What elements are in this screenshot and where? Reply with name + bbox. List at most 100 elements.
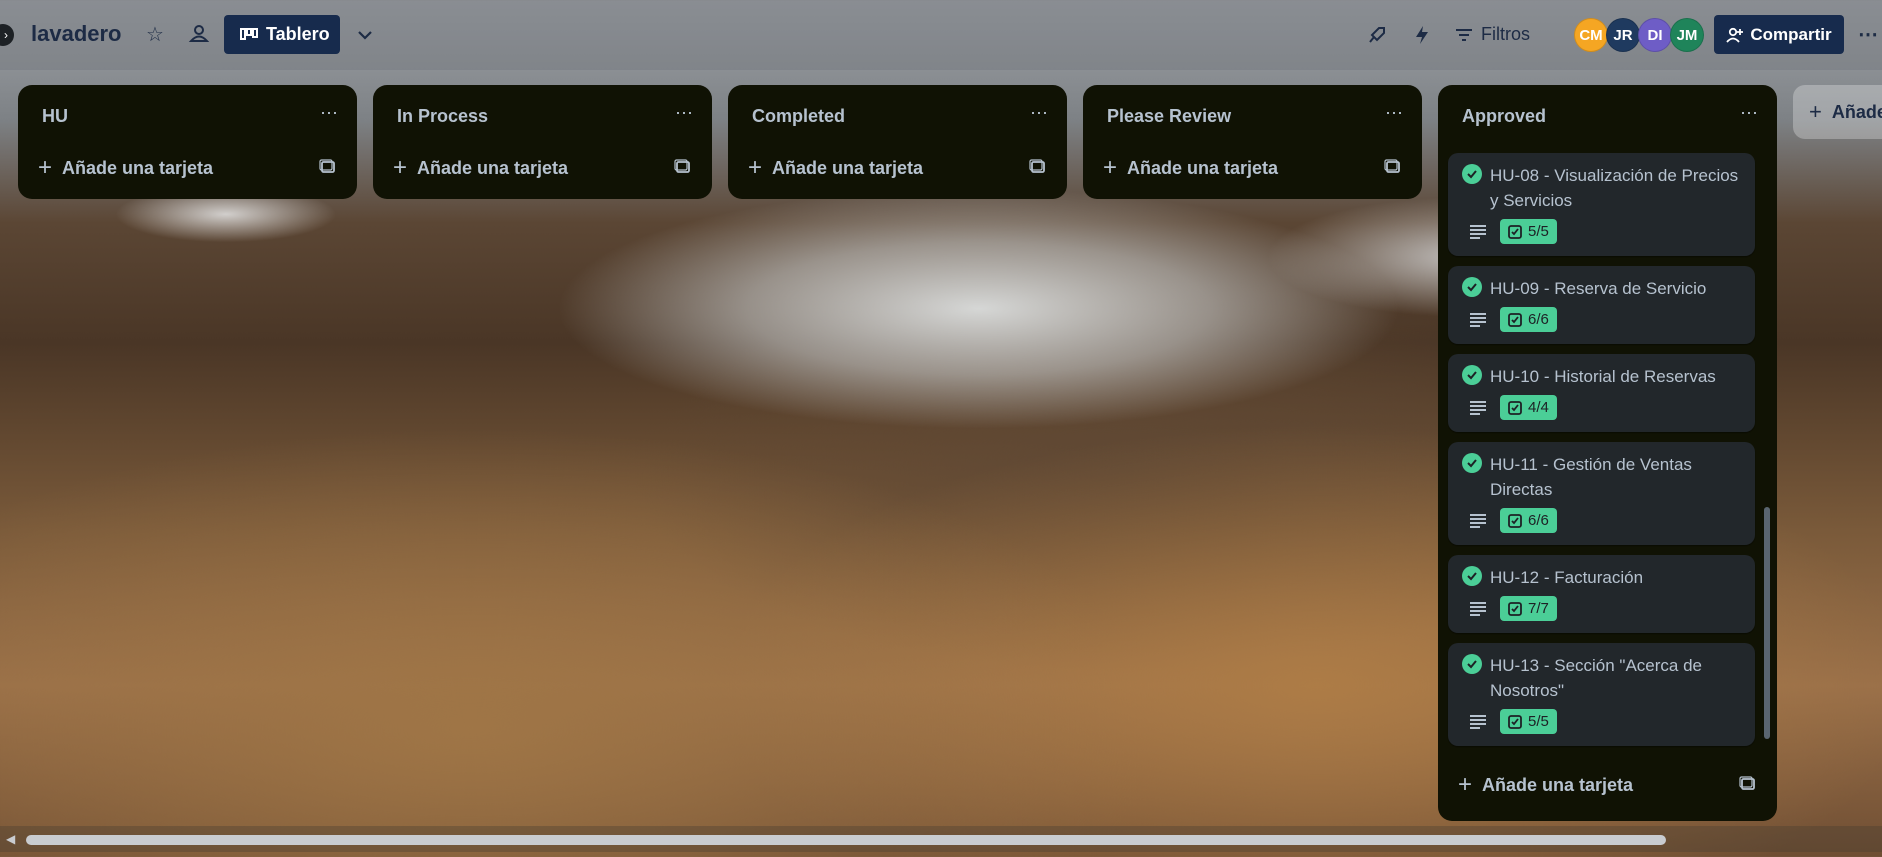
card-hu-09[interactable]: HU-09 - Reserva de Servicio 6/6 (1448, 266, 1755, 344)
card-title: HU-09 - Reserva de Servicio (1490, 279, 1707, 298)
board-view-button[interactable]: Tablero (224, 15, 340, 54)
star-icon[interactable]: ☆ (146, 22, 164, 47)
card-title: HU-08 - Visualización de Precios y Servi… (1490, 166, 1739, 210)
checklist-count: 6/6 (1528, 311, 1549, 328)
board-horizontal-scrollbar[interactable]: ◀ (0, 826, 1882, 852)
checklist-badge: 5/5 (1500, 709, 1557, 734)
workspace-visibility-icon[interactable] (188, 22, 210, 44)
card-template-icon[interactable] (1384, 158, 1402, 176)
description-icon (1470, 224, 1486, 239)
board-scrollbar-thumb[interactable] (26, 835, 1666, 845)
filter-icon (1456, 28, 1472, 41)
checklist-count: 5/5 (1528, 713, 1549, 730)
checklist-count: 5/5 (1528, 223, 1549, 240)
complete-check-icon[interactable] (1462, 654, 1482, 674)
list-title[interactable]: In Process (397, 106, 488, 127)
description-icon (1470, 400, 1486, 415)
checkbox-icon (1508, 224, 1522, 239)
add-card-label: Añade una tarjeta (417, 157, 569, 178)
card-list: HU-08 - Visualización de Precios y Servi… (1438, 147, 1777, 762)
list-menu-icon[interactable]: ⋯ (1030, 103, 1049, 124)
list-header[interactable]: Completed ⋯ (728, 85, 1067, 147)
list-scrollbar-thumb[interactable] (1764, 507, 1770, 739)
checkbox-icon (1508, 601, 1522, 616)
list-scrollbar[interactable] (1763, 147, 1771, 747)
list-header[interactable]: Please Review ⋯ (1083, 85, 1422, 147)
card-template-icon[interactable] (319, 158, 337, 176)
add-card-button[interactable]: + Añade una tarjeta (373, 147, 712, 189)
board-view-label: Tablero (266, 24, 330, 44)
list-header[interactable]: Approved ⋯ (1438, 85, 1777, 147)
list-completed: Completed ⋯ + Añade una tarjeta (728, 85, 1067, 199)
avatar[interactable]: JR (1606, 18, 1640, 52)
complete-check-icon[interactable] (1462, 453, 1482, 473)
filter-button[interactable]: Filtros (1455, 24, 1530, 45)
list-title[interactable]: Approved (1462, 106, 1546, 127)
list-title[interactable]: Please Review (1107, 106, 1231, 127)
add-list-button[interactable]: + Añade (1793, 85, 1882, 139)
plus-icon: + (1103, 154, 1118, 181)
list-title[interactable]: Completed (752, 106, 845, 127)
list-menu-icon[interactable]: ⋯ (1385, 103, 1404, 124)
add-card-label: Añade una tarjeta (1127, 157, 1279, 178)
complete-check-icon[interactable] (1462, 277, 1482, 297)
card-template-icon[interactable] (1029, 158, 1047, 176)
share-label: Compartir (1750, 24, 1832, 44)
card-hu-10[interactable]: HU-10 - Historial de Reservas 4/4 (1448, 354, 1755, 432)
checklist-count: 4/4 (1528, 399, 1549, 416)
more-icon[interactable]: ⋯ (1858, 22, 1878, 47)
member-avatars: CM JR DI JM (1574, 18, 1704, 52)
complete-check-icon[interactable] (1462, 566, 1482, 586)
scroll-left-icon[interactable]: ◀ (6, 832, 15, 846)
add-card-button[interactable]: + Añade una tarjeta (1083, 147, 1422, 189)
list-menu-icon[interactable]: ⋯ (320, 103, 339, 124)
card-template-icon[interactable] (1739, 775, 1757, 793)
checkbox-icon (1508, 513, 1522, 528)
chevron-down-icon[interactable] (354, 24, 376, 46)
description-icon (1470, 513, 1486, 528)
card-title: HU-11 - Gestión de Ventas Directas (1490, 455, 1692, 499)
card-hu-08[interactable]: HU-08 - Visualización de Precios y Servi… (1448, 153, 1755, 256)
card-hu-12[interactable]: HU-12 - Facturación 7/7 (1448, 555, 1755, 633)
avatar[interactable]: CM (1574, 18, 1608, 52)
list-header[interactable]: In Process ⋯ (373, 85, 712, 147)
list-menu-icon[interactable]: ⋯ (1740, 103, 1759, 124)
checklist-badge: 6/6 (1500, 307, 1557, 332)
power-ups-icon[interactable] (1366, 24, 1388, 46)
description-icon (1470, 601, 1486, 616)
list-header[interactable]: HU ⋯ (18, 85, 357, 147)
add-list-label: Añade (1831, 101, 1882, 122)
checklist-badge: 6/6 (1500, 508, 1557, 533)
checklist-badge: 5/5 (1500, 219, 1557, 244)
list-menu-icon[interactable]: ⋯ (675, 103, 694, 124)
board-title[interactable]: lavadero (31, 21, 122, 47)
plus-icon: + (1809, 99, 1822, 124)
sidebar-toggle-button[interactable]: › (0, 24, 14, 46)
card-hu-11[interactable]: HU-11 - Gestión de Ventas Directas 6/6 (1448, 442, 1755, 545)
checklist-badge: 7/7 (1500, 596, 1557, 621)
complete-check-icon[interactable] (1462, 365, 1482, 385)
add-card-button[interactable]: + Añade una tarjeta (18, 147, 357, 189)
add-user-icon (1726, 27, 1744, 43)
add-card-button[interactable]: + Añade una tarjeta (728, 147, 1067, 189)
avatar[interactable]: DI (1638, 18, 1672, 52)
share-button[interactable]: Compartir (1714, 15, 1844, 54)
card-title: HU-13 - Sección "Acerca de Nosotros" (1490, 656, 1703, 700)
add-card-button[interactable]: + Añade una tarjeta (1438, 764, 1777, 806)
description-icon (1470, 714, 1486, 729)
checklist-count: 6/6 (1528, 512, 1549, 529)
card-title: HU-12 - Facturación (1490, 568, 1644, 587)
list-hu: HU ⋯ + Añade una tarjeta (18, 85, 357, 199)
description-icon (1470, 312, 1486, 327)
list-title[interactable]: HU (42, 106, 68, 127)
card-template-icon[interactable] (674, 158, 692, 176)
plus-icon: + (393, 154, 408, 181)
list-in-process: In Process ⋯ + Añade una tarjeta (373, 85, 712, 199)
complete-check-icon[interactable] (1462, 164, 1482, 184)
add-card-label: Añade una tarjeta (62, 157, 214, 178)
automation-icon[interactable] (1411, 24, 1433, 46)
avatar[interactable]: JM (1670, 18, 1704, 52)
checkbox-icon (1508, 400, 1522, 415)
card-hu-13[interactable]: HU-13 - Sección "Acerca de Nosotros" 5/5 (1448, 643, 1755, 746)
plus-icon: + (1458, 771, 1473, 798)
